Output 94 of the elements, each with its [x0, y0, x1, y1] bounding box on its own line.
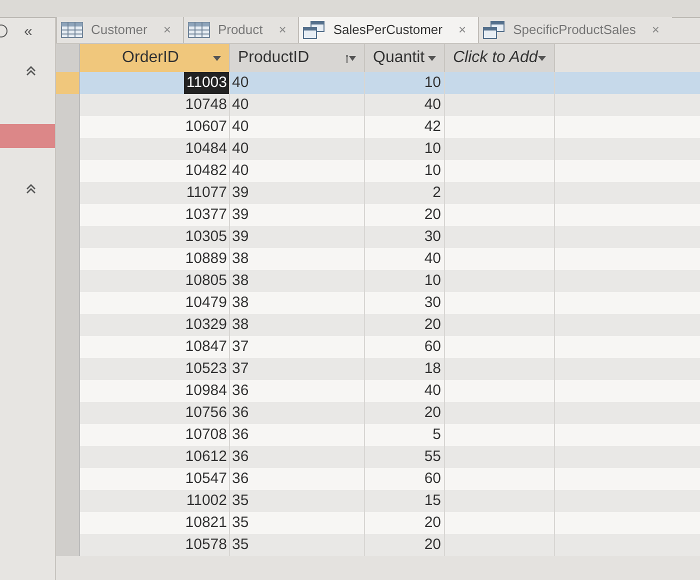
table-cell-text: 20 [423, 205, 442, 225]
table-cell-text: 20 [423, 403, 442, 423]
table-icon [188, 22, 210, 38]
table-cell-text: 10329 [184, 315, 228, 335]
table-cell-text: 10607 [184, 117, 228, 137]
table-cell-text: 10 [423, 161, 442, 181]
document-tab[interactable]: SalesPerCustomer × [298, 17, 478, 43]
table-cell-text: 38 [231, 315, 250, 335]
table-cell-text: 40 [423, 95, 442, 115]
table-cell-text: 20 [423, 513, 442, 533]
table-cell-text: 10847 [184, 337, 228, 357]
table-cell-text: 55 [423, 447, 442, 467]
table-cell-text: 15 [423, 491, 442, 511]
table-cell-text: 42 [423, 117, 442, 137]
table-cell-text: 36 [231, 469, 250, 489]
document-tab[interactable]: Customer × [56, 17, 183, 43]
table-cell-text: 10748 [184, 95, 228, 115]
table-cell: 11003 [184, 72, 229, 94]
table-cell-text: 39 [231, 183, 250, 203]
table-cell-text: 39 [231, 227, 250, 247]
table-cell-text: 40 [231, 73, 250, 93]
column-header[interactable]: OrderID [80, 44, 230, 72]
table-cell-text: 35 [231, 491, 250, 511]
close-icon[interactable]: × [270, 20, 294, 40]
table-cell-text: 10 [423, 271, 442, 291]
table-cell-text: 10377 [184, 205, 228, 225]
document-tab[interactable]: SpecificProductSales × [478, 17, 672, 43]
select-all-corner[interactable] [56, 44, 80, 72]
close-icon[interactable]: × [155, 20, 179, 40]
double-chevron-up-icon[interactable] [26, 184, 36, 194]
table-cell-text: 40 [231, 139, 250, 159]
table-cell-text: 40 [231, 95, 250, 115]
table-cell-text: 37 [231, 337, 250, 357]
table-cell-text: 10821 [184, 513, 228, 533]
record-selector[interactable] [56, 94, 80, 116]
table-cell-text: 20 [423, 315, 442, 335]
table-cell-text: 40 [231, 117, 250, 137]
table-cell-text: 20 [423, 535, 442, 555]
table-cell-text: 10 [423, 73, 442, 93]
query-icon [483, 21, 506, 39]
table-cell-text: 60 [423, 337, 442, 357]
record-selector[interactable] [56, 72, 80, 94]
table-cell-text: 36 [231, 403, 250, 423]
table-cell-text: 35 [231, 535, 250, 555]
table-cell-text: 10547 [184, 469, 228, 489]
table-cell-text: 38 [231, 249, 250, 269]
table-icon [61, 22, 83, 38]
table-cell-text: 36 [231, 425, 250, 445]
query-icon [303, 21, 326, 39]
table-cell-text: 10708 [184, 425, 228, 445]
column-header[interactable]: Quantit [365, 44, 445, 72]
table-cell-text: 18 [423, 359, 442, 379]
record-selector[interactable] [56, 534, 80, 556]
table-cell-text: 11002 [185, 491, 228, 511]
table-cell-text: 10612 [184, 447, 228, 467]
close-icon[interactable]: × [450, 20, 474, 40]
table-cell-text: 10479 [184, 293, 228, 313]
table-cell-text: 35 [231, 513, 250, 533]
table-cell-text: 10482 [184, 161, 228, 181]
table-cell-text: 10484 [184, 139, 228, 159]
table-cell-text: 10523 [184, 359, 228, 379]
table-cell-text: 10984 [184, 381, 228, 401]
table-cell-text: 10578 [184, 535, 228, 555]
double-chevron-up-icon[interactable] [26, 66, 36, 76]
table-cell-text: 40 [231, 161, 250, 181]
nav-group-highlight [0, 124, 55, 148]
collapse-button[interactable]: « [24, 24, 32, 38]
table-cell-text: 10889 [184, 249, 228, 269]
table-cell-text: 2 [432, 183, 442, 203]
column-header[interactable]: ProductID [230, 44, 365, 72]
document-tab[interactable]: Product × [182, 17, 298, 43]
table-cell-text: 10805 [184, 271, 228, 291]
table-cell-text: 30 [423, 293, 442, 313]
table-cell-text: 40 [423, 381, 442, 401]
close-icon[interactable]: × [644, 20, 668, 40]
table-cell-text: 38 [231, 271, 250, 291]
table-cell-text: 38 [231, 293, 250, 313]
table-cell-text: 10 [423, 139, 442, 159]
table-cell-text: 5 [432, 425, 442, 445]
dropdown-arrow-icon[interactable] [213, 56, 221, 60]
table-cell-text: 37 [231, 359, 250, 379]
table-cell-text: 11077 [185, 183, 228, 203]
sort-dropdown-icon[interactable] [346, 54, 356, 62]
table-cell-text: 10756 [184, 403, 228, 423]
table-cell-text: 10305 [184, 227, 228, 247]
table-cell-text: 39 [231, 205, 250, 225]
column-header[interactable]: Click to Add [445, 44, 555, 72]
table-cell-text: 36 [231, 381, 250, 401]
dropdown-arrow-icon[interactable] [538, 56, 546, 60]
table-cell-text: 40 [423, 249, 442, 269]
dropdown-arrow-icon[interactable] [428, 56, 436, 60]
table-cell-text: 60 [423, 469, 442, 489]
table-cell-text: 36 [231, 447, 250, 467]
table-cell-text: 30 [423, 227, 442, 247]
